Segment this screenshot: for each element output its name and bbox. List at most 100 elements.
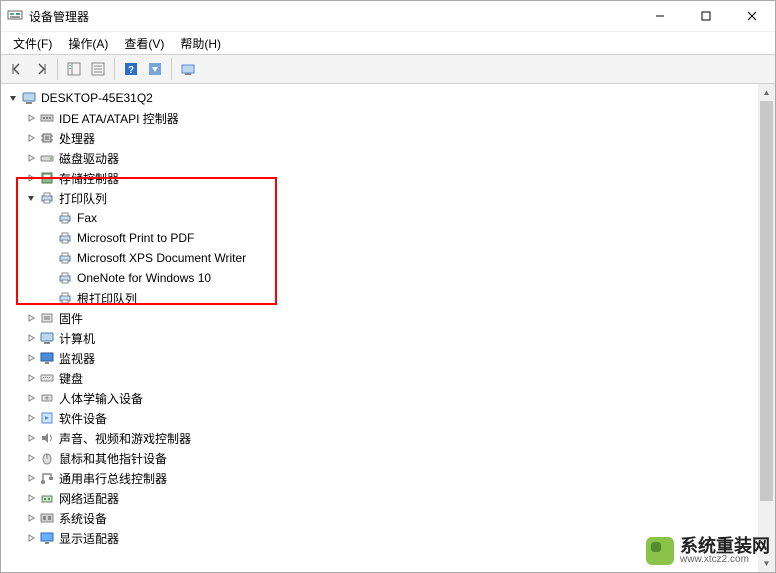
tree-item[interactable]: 处理器 — [1, 128, 758, 148]
tree-item-label: 键盘 — [59, 370, 83, 387]
tree-item[interactable]: 监视器 — [1, 348, 758, 368]
forward-button[interactable] — [30, 58, 52, 80]
tree-item-label: 存储控制器 — [59, 170, 119, 187]
audio-icon — [39, 430, 55, 446]
toolbar-separator — [171, 58, 172, 80]
tree-item[interactable]: 存储控制器 — [1, 168, 758, 188]
tree-item[interactable]: Microsoft XPS Document Writer — [1, 248, 758, 268]
tree-item[interactable]: IDE ATA/ATAPI 控制器 — [1, 108, 758, 128]
tree-item[interactable]: Microsoft Print to PDF — [1, 228, 758, 248]
expand-icon[interactable] — [23, 148, 39, 168]
maximize-button[interactable] — [683, 1, 729, 31]
toolbar-separator — [57, 58, 58, 80]
tree-item[interactable]: 固件 — [1, 308, 758, 328]
client-area: DESKTOP-45E31Q2 IDE ATA/ATAPI 控制器处理器磁盘驱动器… — [1, 84, 775, 572]
tree-item-label: 磁盘驱动器 — [59, 150, 119, 167]
expand-icon[interactable] — [23, 308, 39, 328]
tree-item-label: 打印队列 — [59, 190, 107, 207]
collapse-icon[interactable] — [23, 188, 39, 208]
no-expander — [41, 288, 57, 308]
svg-text:?: ? — [128, 65, 134, 76]
tree-item[interactable]: 网络适配器 — [1, 488, 758, 508]
tree-item[interactable]: Fax — [1, 208, 758, 228]
help-button[interactable]: ? — [120, 58, 142, 80]
vertical-scrollbar[interactable]: ▲ ▼ — [758, 84, 775, 572]
collapse-icon[interactable] — [5, 88, 21, 108]
tree-item-label: 人体学输入设备 — [59, 390, 143, 407]
close-button[interactable] — [729, 1, 775, 31]
printer-icon — [39, 190, 55, 206]
ide-icon — [39, 110, 55, 126]
tree-item[interactable]: 磁盘驱动器 — [1, 148, 758, 168]
tree-item-label: 通用串行总线控制器 — [59, 470, 167, 487]
tree-item-label: Microsoft Print to PDF — [77, 231, 194, 245]
tree-item[interactable]: 鼠标和其他指针设备 — [1, 448, 758, 468]
disk-icon — [39, 150, 55, 166]
expand-icon[interactable] — [23, 128, 39, 148]
window-buttons — [637, 1, 775, 31]
expand-icon[interactable] — [23, 388, 39, 408]
tree-item[interactable]: 声音、视频和游戏控制器 — [1, 428, 758, 448]
printer-icon — [57, 250, 73, 266]
expand-icon[interactable] — [23, 348, 39, 368]
network-icon — [39, 490, 55, 506]
device-tree[interactable]: DESKTOP-45E31Q2 IDE ATA/ATAPI 控制器处理器磁盘驱动器… — [1, 84, 758, 572]
window-title: 设备管理器 — [29, 8, 637, 25]
menu-view[interactable]: 查看(V) — [116, 33, 172, 54]
expand-icon[interactable] — [23, 108, 39, 128]
expand-icon[interactable] — [23, 508, 39, 528]
show-hide-tree-button[interactable] — [63, 58, 85, 80]
expand-icon[interactable] — [23, 468, 39, 488]
menu-action[interactable]: 操作(A) — [60, 33, 116, 54]
tree-item[interactable]: OneNote for Windows 10 — [1, 268, 758, 288]
tree-item[interactable]: 软件设备 — [1, 408, 758, 428]
tree-item-label: 处理器 — [59, 130, 95, 147]
watermark-url: www.xtcz2.com — [680, 555, 770, 565]
printer-icon — [57, 230, 73, 246]
computer-icon — [21, 90, 37, 106]
mouse-icon — [39, 450, 55, 466]
expand-icon[interactable] — [23, 488, 39, 508]
scroll-thumb[interactable] — [760, 101, 773, 501]
tree-item-label: DESKTOP-45E31Q2 — [41, 91, 153, 105]
keyboard-icon — [39, 370, 55, 386]
expand-icon[interactable] — [23, 168, 39, 188]
menu-file[interactable]: 文件(F) — [5, 33, 60, 54]
tree-item-label: 软件设备 — [59, 410, 107, 427]
tree-item[interactable]: 打印队列 — [1, 188, 758, 208]
expand-icon[interactable] — [23, 408, 39, 428]
back-button[interactable] — [6, 58, 28, 80]
tree-item-label: 网络适配器 — [59, 490, 119, 507]
watermark: 系统重装网 www.xtcz2.com — [646, 537, 770, 565]
scroll-up-button[interactable]: ▲ — [758, 84, 775, 101]
expand-icon[interactable] — [23, 428, 39, 448]
firmware-icon — [39, 310, 55, 326]
tree-item-label: Microsoft XPS Document Writer — [77, 251, 246, 265]
tree-item-label: 显示适配器 — [59, 530, 119, 547]
toolbar: ? — [1, 54, 775, 84]
menu-help[interactable]: 帮助(H) — [172, 33, 229, 54]
hid-icon — [39, 390, 55, 406]
tree-item[interactable]: 显示适配器 — [1, 528, 758, 548]
device-manager-window: 设备管理器 文件(F) 操作(A) 查看(V) 帮助(H) ? DESKTOP-… — [0, 0, 776, 573]
tree-item[interactable]: 通用串行总线控制器 — [1, 468, 758, 488]
tree-item[interactable]: 键盘 — [1, 368, 758, 388]
tree-item[interactable]: 系统设备 — [1, 508, 758, 528]
expand-icon[interactable] — [23, 528, 39, 548]
tree-item-label: Fax — [77, 211, 97, 225]
tree-item[interactable]: 计算机 — [1, 328, 758, 348]
minimize-button[interactable] — [637, 1, 683, 31]
expand-icon[interactable] — [23, 328, 39, 348]
tree-item[interactable]: 人体学输入设备 — [1, 388, 758, 408]
app-icon — [7, 8, 23, 24]
action-button[interactable] — [144, 58, 166, 80]
expand-icon[interactable] — [23, 448, 39, 468]
computer-icon — [39, 330, 55, 346]
expand-icon[interactable] — [23, 368, 39, 388]
scan-hardware-button[interactable] — [177, 58, 199, 80]
tree-item[interactable]: DESKTOP-45E31Q2 — [1, 88, 758, 108]
printer-icon — [57, 270, 73, 286]
properties-button[interactable] — [87, 58, 109, 80]
tree-item[interactable]: 根打印队列 — [1, 288, 758, 308]
software-icon — [39, 410, 55, 426]
